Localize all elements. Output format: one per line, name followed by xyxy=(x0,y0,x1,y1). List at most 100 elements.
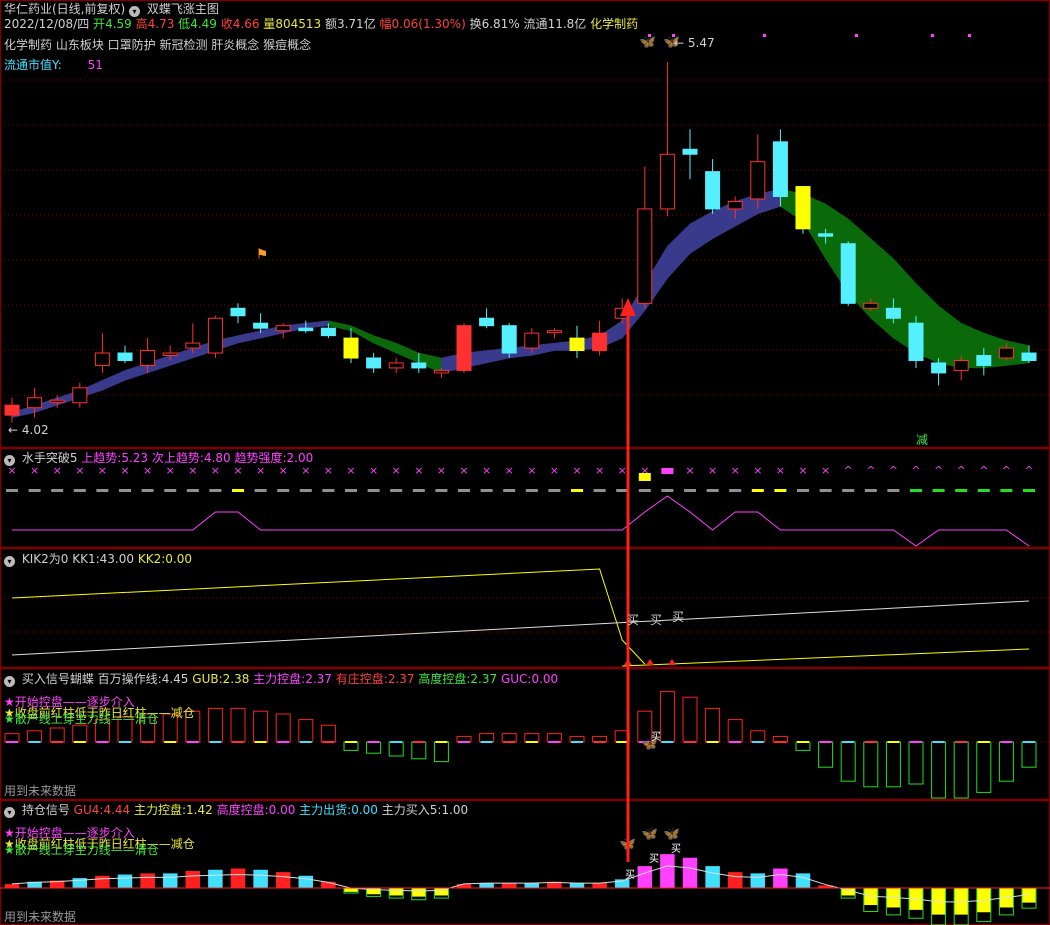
kik2-panel[interactable] xyxy=(11,568,1030,667)
signal-bar xyxy=(4,733,20,743)
runner-icon: ⚑ xyxy=(256,247,269,263)
signal-bar xyxy=(411,741,427,760)
trend-bar xyxy=(819,489,832,492)
control-dot xyxy=(706,741,719,743)
signal-symbol: × xyxy=(414,464,423,477)
low-label: 低 xyxy=(178,17,191,31)
signal-bar xyxy=(1021,741,1037,768)
position-bar xyxy=(185,870,201,889)
ribbon-segment xyxy=(938,305,962,369)
signal-bar xyxy=(320,724,336,743)
trend-bar xyxy=(503,489,516,492)
position-bar xyxy=(140,873,155,889)
candle-body xyxy=(976,355,992,366)
signal-symbol: × xyxy=(753,464,762,477)
panel1-value3: 2.00 xyxy=(286,451,314,465)
candle-body xyxy=(569,337,585,352)
candle-body xyxy=(863,302,879,309)
position-bar xyxy=(162,873,178,889)
panel4-value4: 0.00 xyxy=(351,803,378,817)
panel2-name[interactable]: KIK2为0 xyxy=(22,552,69,566)
panel4-label3: 高度控盘: xyxy=(216,803,269,817)
buy-mark: 买 xyxy=(651,731,661,743)
signal-bar xyxy=(727,719,743,743)
position-bar xyxy=(95,875,110,889)
signal-symbol: × xyxy=(482,464,491,477)
panel1-label3: 趋势强度: xyxy=(234,451,287,465)
panel4-value2: 1.42 xyxy=(186,803,213,817)
float-cap-bar: 流通市值Y: 51 xyxy=(4,58,103,72)
signal-bar xyxy=(818,741,834,768)
candle-body xyxy=(72,387,88,404)
position-bar xyxy=(705,866,720,889)
candle-body xyxy=(501,325,517,354)
panel3-label6: GUC: xyxy=(500,672,532,686)
control-dot xyxy=(661,741,674,743)
ribbon-segment xyxy=(667,223,691,280)
formula-name[interactable]: 双蝶飞涨主图 xyxy=(147,2,219,16)
position-bar xyxy=(750,873,766,889)
panel2-value1: 43.00 xyxy=(99,552,134,566)
candle-body xyxy=(366,357,382,369)
panel2-label1: KK1: xyxy=(72,552,100,566)
control-dot xyxy=(164,741,177,743)
signal-symbol: × xyxy=(572,464,581,477)
panel3-value2: 2.38 xyxy=(222,672,250,686)
signal-symbol: ^ xyxy=(934,464,943,477)
candle-body xyxy=(908,322,924,361)
position-bar xyxy=(298,875,314,889)
candle-body xyxy=(411,362,427,369)
trend-bar xyxy=(910,489,922,492)
butterfly-icon: 🦋 xyxy=(642,827,658,842)
panel4-menu-icon[interactable]: ▾ xyxy=(4,807,15,818)
panel1-name[interactable]: 水手突破5 xyxy=(22,451,78,465)
signal-symbol: ^ xyxy=(866,464,875,477)
position-bar xyxy=(388,887,404,896)
position-bar xyxy=(660,854,675,889)
signal-bar xyxy=(546,733,562,743)
stock-menu-icon[interactable]: ▾ xyxy=(129,6,141,17)
signal-symbol: × xyxy=(708,464,717,477)
panel3-name[interactable]: 买入信号蝴蝶 xyxy=(22,672,94,686)
low-value: 4.49 xyxy=(190,17,217,31)
position-bar xyxy=(773,868,788,889)
candle-body xyxy=(230,307,246,317)
position-bar xyxy=(230,868,246,889)
control-dot xyxy=(367,741,380,743)
main-candlestick-panel[interactable]: 🦋 🦋⚑ xyxy=(4,34,1037,423)
trend-bar xyxy=(751,489,764,492)
float-cap-value: 51 xyxy=(87,58,103,72)
ribbon-segment xyxy=(870,238,894,339)
panel3-menu-icon[interactable]: ▾ xyxy=(4,676,15,687)
position-bar xyxy=(682,857,698,889)
panel4-value5: 1.00 xyxy=(441,803,469,817)
candle-body xyxy=(298,327,314,332)
position-bar xyxy=(117,874,133,889)
panel1-menu-icon[interactable]: ▾ xyxy=(4,455,15,466)
ribbon-segment xyxy=(169,347,194,366)
buy-triangle xyxy=(668,659,676,665)
position-bar xyxy=(4,884,20,889)
panel2-menu-icon[interactable]: ▾ xyxy=(4,556,15,567)
sailor-breakout-panel[interactable]: ×××××××××××××××××××××××××××××××××××××^^^… xyxy=(6,464,1035,547)
trend-bar xyxy=(254,489,267,492)
signal-symbol: × xyxy=(821,464,830,477)
position-bar xyxy=(275,872,291,889)
candle-body xyxy=(117,352,133,361)
concepts-bar: 化学制药 山东板块 口罩防护 新冠检测 肝炎概念 猴痘概念 xyxy=(4,38,311,52)
position-bar xyxy=(592,882,607,889)
candle-body xyxy=(49,399,65,403)
control-dot xyxy=(684,741,696,743)
panel3-label4: 有庄控盘: xyxy=(335,672,388,686)
panel1-value2: 4.80 xyxy=(203,451,231,465)
candle-body xyxy=(4,404,20,416)
butterfly-icon: 🦋 xyxy=(664,827,680,842)
trend-bar xyxy=(73,489,86,492)
control-dot xyxy=(774,741,787,743)
trend-bar xyxy=(525,489,538,492)
signal-bar xyxy=(275,713,291,743)
signal-bar xyxy=(682,696,698,743)
panel4-name[interactable]: 持仓信号 xyxy=(22,803,70,817)
open-label: 开 xyxy=(93,17,106,31)
trend-bar xyxy=(955,489,968,492)
